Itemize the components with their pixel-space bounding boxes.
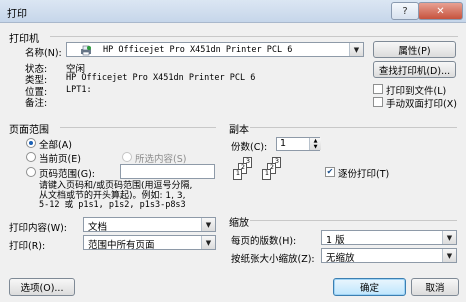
chevron-down-icon: ▼ — [442, 249, 456, 262]
page-range-current-label: 当前页(E) — [39, 154, 81, 165]
copies-section-title: 副本 — [229, 125, 249, 136]
copies-count-stepper[interactable]: 1 ▲ ▼ — [276, 137, 321, 151]
scale-label: 按纸张大小缩放(Z): — [231, 254, 315, 265]
window-title: 打印 — [7, 9, 27, 20]
manual-duplex-checkbox[interactable] — [373, 97, 383, 107]
print-what-value: 文档 — [88, 222, 108, 233]
page-range-help-text: 请键入页码和/或页码范围(用逗号分隔, 从文档或节的开头算起)。例如: 1, 3… — [39, 181, 192, 211]
ok-button[interactable]: 确定 — [333, 278, 406, 296]
printer-section-title: 打印机 — [9, 34, 39, 45]
pages-per-sheet-select[interactable]: 1 版 ▼ — [321, 230, 457, 246]
page-range-all-label: 全部(A) — [39, 140, 72, 151]
print-what-select[interactable]: 文档 ▼ — [83, 217, 216, 233]
printer-name-label: 名称(N): — [25, 48, 62, 59]
scale-select[interactable]: 无缩放 ▼ — [321, 248, 457, 264]
page-range-section-title: 页面范围 — [9, 125, 49, 136]
collate-checkbox[interactable]: ✔ — [325, 167, 335, 177]
chevron-down-icon: ▼ — [442, 231, 456, 244]
collate-pages-illustration: 3 2 1 3 2 1 — [231, 157, 291, 189]
printer-comment-label: 备注: — [25, 98, 48, 109]
pages-per-sheet-value: 1 版 — [326, 235, 345, 246]
chevron-down-icon: ▼ — [201, 236, 215, 249]
printer-name-value: HP Officejet Pro X451dn Printer PCL 6 — [103, 45, 293, 55]
copies-divider — [250, 127, 457, 128]
print-label: 打印(R): — [9, 241, 46, 252]
spinner-arrows-icon[interactable]: ▲ ▼ — [309, 138, 321, 150]
page-range-divider — [60, 127, 216, 128]
page-range-pages-radio[interactable] — [26, 167, 36, 177]
page-range-current-radio[interactable] — [26, 152, 36, 162]
zoom-section-title: 缩放 — [229, 218, 249, 229]
properties-button[interactable]: 属性(P) — [373, 41, 456, 58]
page-icon: 1 — [233, 169, 242, 180]
help-button[interactable]: ? — [391, 2, 419, 20]
print-select[interactable]: 范围中所有页面 ▼ — [83, 235, 216, 251]
cancel-button[interactable]: 取消 — [411, 278, 459, 296]
printer-name-select[interactable]: HP Officejet Pro X451dn Printer PCL 6 ▼ — [66, 42, 364, 57]
page-range-all-radio[interactable] — [26, 138, 36, 148]
print-to-file-checkbox[interactable] — [373, 84, 383, 94]
print-value: 范围中所有页面 — [88, 240, 155, 251]
title-bar: 打印 ? ✕ — [0, 0, 466, 23]
page-range-input[interactable] — [120, 164, 215, 179]
zoom-divider — [250, 220, 457, 221]
scale-value: 无缩放 — [326, 253, 355, 264]
page-range-pages-label: 页码范围(G): — [39, 169, 95, 180]
chevron-down-icon: ▼ — [201, 218, 215, 231]
page-icon: 1 — [262, 169, 271, 180]
page-range-help-line: 5-12 或 p1s1, p1s2, p1s3-p8s3 — [39, 200, 186, 210]
options-button[interactable]: 选项(O)... — [9, 278, 75, 296]
close-button[interactable]: ✕ — [418, 2, 463, 20]
printer-location-value: LPT1: — [66, 85, 92, 95]
page-range-selection-label: 所选内容(S) — [135, 154, 187, 165]
page-range-selection-radio[interactable] — [122, 152, 132, 162]
printer-icon — [80, 44, 92, 59]
copies-count-value: 1 — [280, 138, 287, 149]
copies-count-label: 份数(C): — [231, 142, 268, 153]
find-printer-button[interactable]: 查找打印机(D)... — [373, 61, 456, 78]
chevron-down-icon: ▼ — [349, 43, 363, 56]
printer-divider — [50, 36, 458, 37]
collate-label: 逐份打印(T) — [338, 169, 390, 180]
print-what-label: 打印内容(W): — [9, 223, 68, 234]
printer-type-value: HP Officejet Pro X451dn Printer PCL 6 — [66, 73, 256, 83]
pages-per-sheet-label: 每页的版数(H): — [231, 236, 297, 247]
manual-duplex-label: 手动双面打印(X) — [386, 99, 457, 110]
print-to-file-label: 打印到文件(L) — [386, 86, 447, 97]
